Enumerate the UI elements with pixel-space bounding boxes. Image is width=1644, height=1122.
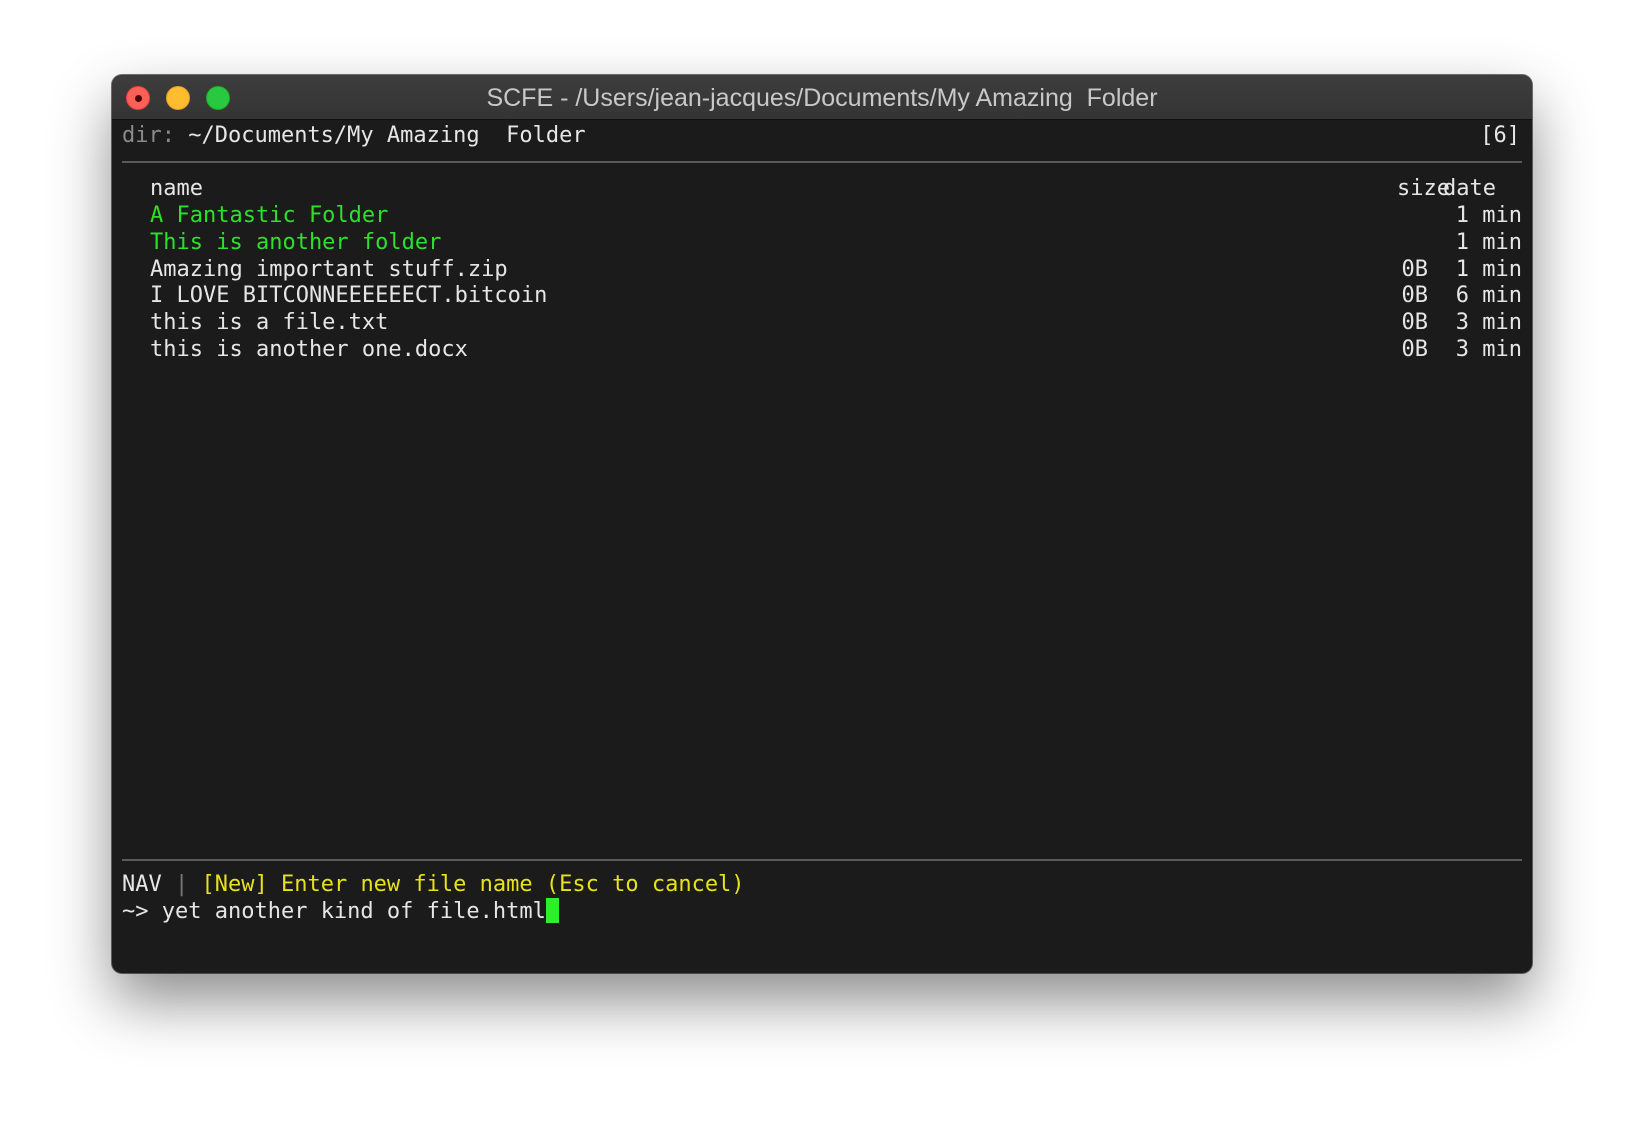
folder-row[interactable]: A Fantastic Folder 1 min: [122, 202, 1522, 230]
status-separator: |: [175, 872, 189, 897]
filename-input[interactable]: yet another kind of file.html: [162, 899, 546, 924]
file-row[interactable]: this is another one.docx 0B 3 min: [122, 336, 1522, 364]
status-notice: [New] Enter new file name (Esc to cancel…: [201, 872, 745, 897]
file-row[interactable]: this is a file.txt 0B 3 min: [122, 309, 1522, 337]
status-line: NAV | [New] Enter new file name (Esc to …: [122, 871, 745, 899]
directory-line: dir: ~/Documents/My Amazing Folder: [122, 122, 586, 150]
row-size: 0B: [1401, 310, 1429, 336]
folder-row[interactable]: This is another folder 1 min: [122, 229, 1522, 257]
row-name: I LOVE BITCONNEEEEEECT.bitcoin: [150, 283, 548, 309]
dir-path: ~/Documents/My Amazing Folder: [174, 123, 586, 148]
row-name: this is another one.docx: [150, 337, 468, 362]
file-row[interactable]: I LOVE BITCONNEEEEEECT.bitcoin 0B 6 min: [122, 282, 1522, 310]
row-name: This is another folder: [150, 229, 442, 255]
window-title: SCFE - /Users/jean-jacques/Documents/My …: [486, 84, 1158, 112]
mode-indicator: NAV: [122, 872, 162, 897]
item-count: [6]: [1480, 123, 1520, 148]
row-date: 1 min: [1455, 229, 1522, 255]
row-size: 0B: [1401, 337, 1429, 362]
text-cursor: [545, 898, 559, 923]
terminal-content: dir: ~/Documents/My Amazing Folder [6] n…: [122, 119, 1522, 969]
row-date: 1 min: [1455, 203, 1522, 228]
row-name: Amazing important stuff.zip: [150, 256, 508, 282]
row-date: 3 min: [1455, 310, 1522, 336]
column-header-name[interactable]: name: [150, 175, 203, 203]
prompt-symbol: ~>: [122, 899, 149, 924]
terminal-window: SCFE - /Users/jean-jacques/Documents/My …: [112, 75, 1532, 973]
top-divider: [122, 161, 1522, 163]
row-name: this is a file.txt: [150, 310, 389, 336]
prompt-line[interactable]: ~> yet another kind of file.html: [122, 898, 559, 926]
row-size: 0B: [1401, 256, 1429, 282]
bottom-divider: [122, 859, 1522, 861]
row-date: 1 min: [1455, 256, 1522, 282]
dir-prefix: dir:: [122, 123, 175, 148]
row-date: 3 min: [1455, 337, 1522, 362]
file-row[interactable]: Amazing important stuff.zip 0B 1 min: [122, 256, 1522, 284]
row-name: A Fantastic Folder: [150, 203, 389, 228]
row-date: 6 min: [1455, 283, 1522, 309]
row-size: 0B: [1401, 283, 1429, 309]
title-bar[interactable]: SCFE - /Users/jean-jacques/Documents/My …: [112, 75, 1532, 120]
column-header-date[interactable]: date: [1443, 175, 1496, 203]
